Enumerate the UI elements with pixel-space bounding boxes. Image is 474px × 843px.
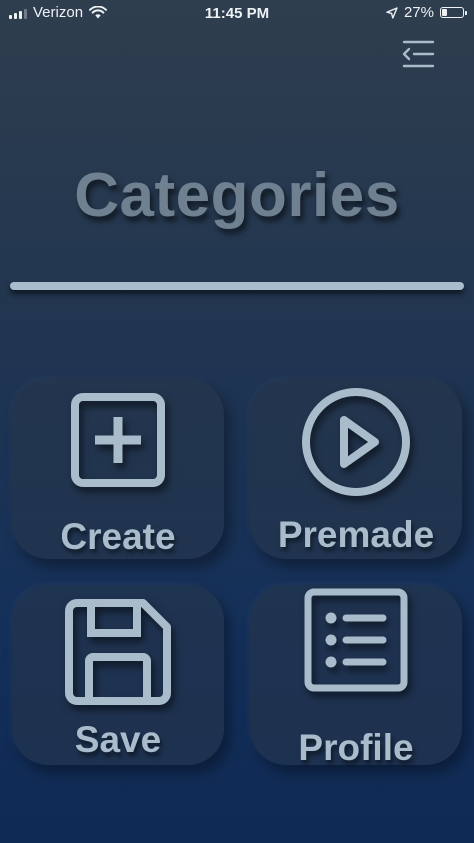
play-circle-icon [302,388,410,496]
menu-button[interactable] [400,38,438,72]
battery-percent: 27% [403,4,434,21]
save-label: Save [74,719,162,760]
menu-collapse-icon [402,40,435,68]
premade-button[interactable]: Premade [250,379,462,559]
floppy-disk-icon [65,599,171,705]
profile-label: Profile [298,727,414,768]
plus-square-icon [71,393,165,487]
status-right: 27% [386,4,467,21]
battery-icon [440,7,467,18]
premade-label: Premade [277,514,435,555]
create-label: Create [60,516,176,557]
list-icon [304,588,408,692]
location-arrow-icon [386,6,398,19]
status-bar: Verizon 11:45 PM 27% [0,0,474,26]
save-button[interactable]: Save [12,585,224,765]
page-title: Categories [74,161,400,230]
create-button[interactable]: Create [12,379,224,559]
title-divider [10,282,464,290]
profile-button[interactable]: Profile [250,585,462,768]
